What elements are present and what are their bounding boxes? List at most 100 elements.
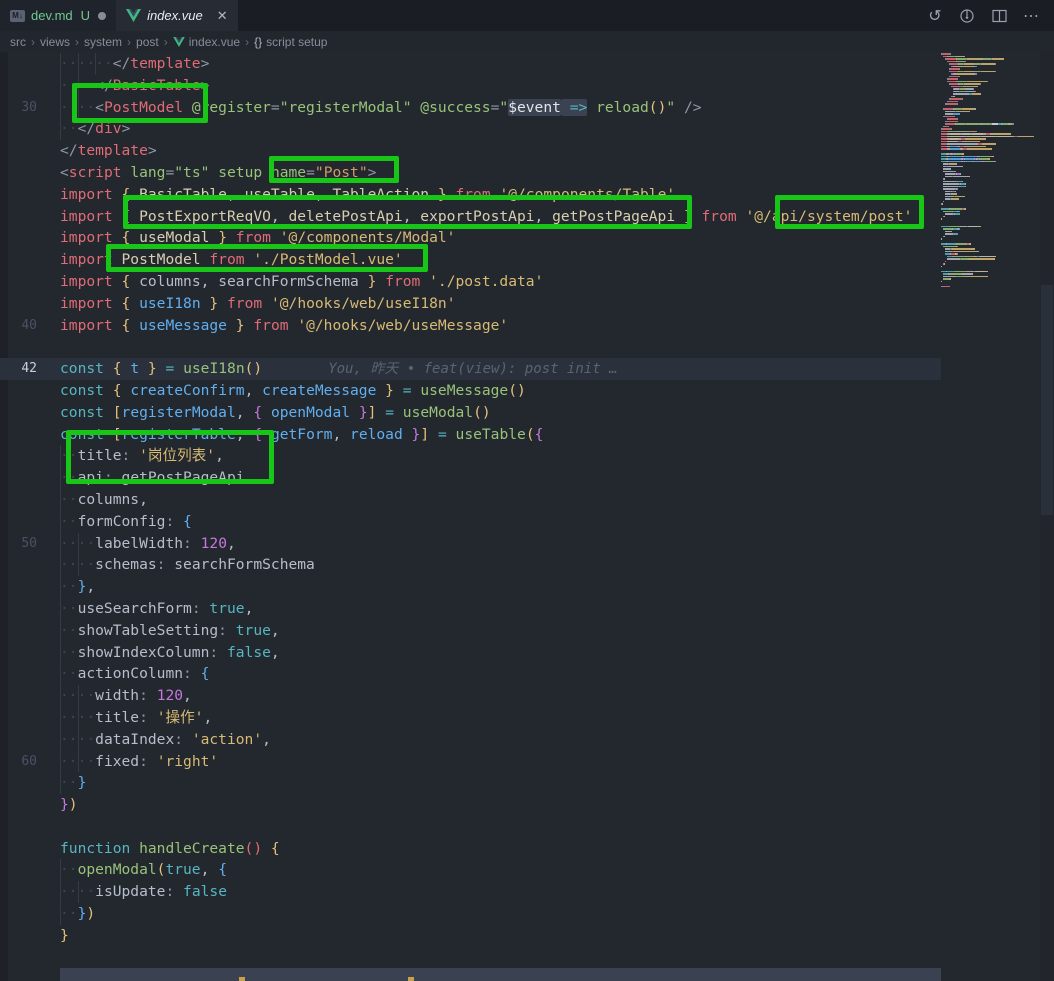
line-number [0, 271, 57, 293]
git-status-badge: U [81, 8, 90, 23]
breadcrumb-item-index-vue[interactable]: index.vue [173, 35, 240, 49]
line-number: 40 [0, 315, 57, 337]
tab-label: dev.md [31, 8, 73, 23]
code-line[interactable]: ··formConfig: { [0, 511, 941, 533]
code-line[interactable]: import { PostExportReqVO, deletePostApi,… [0, 206, 941, 228]
code-line[interactable] [0, 816, 941, 838]
minimap[interactable] [941, 53, 1040, 981]
code-line[interactable]: ····dataIndex: 'action', [0, 729, 941, 751]
tab-dev-md[interactable]: M↓ dev.md U [0, 0, 116, 31]
code-line[interactable]: import { useModal } from '@/components/M… [0, 227, 941, 249]
line-number: 42 [0, 358, 57, 380]
code-line[interactable]: ··</div> [0, 118, 941, 140]
code-line[interactable]: </template> [0, 140, 941, 162]
code-line[interactable]: const [registerTable, { getForm, reload … [0, 424, 941, 446]
code-line[interactable]: function handleCreate() { [0, 838, 941, 860]
code-line[interactable]: 30····<PostModel @register="registerModa… [0, 97, 941, 119]
code-line[interactable]: import { useI18n } from '@/hooks/web/use… [0, 293, 941, 315]
breadcrumb-item-post[interactable]: post [136, 35, 159, 49]
code-line[interactable]: ··actionColumn: { [0, 663, 941, 685]
code-line[interactable]: ··showTableSetting: true, [0, 620, 941, 642]
line-number [0, 467, 57, 489]
code-line[interactable]: ····schemas: searchFormSchema [0, 554, 941, 576]
code-line[interactable]: const [registerModal, { openModal }] = u… [0, 402, 941, 424]
line-number [0, 620, 57, 642]
code-line[interactable]: import { columns, searchFormSchema } fro… [0, 271, 941, 293]
tab-label: index.vue [147, 8, 203, 23]
code-line[interactable]: ··useSearchForm: true, [0, 598, 941, 620]
line-number [0, 249, 57, 271]
line-number [0, 227, 57, 249]
line-number [0, 75, 57, 97]
scrollbar-track[interactable] [1040, 52, 1054, 981]
line-number [0, 489, 57, 511]
line-number [0, 859, 57, 881]
breadcrumb: src›views›system›post›index.vue›{}script… [0, 31, 1054, 52]
code-line[interactable]: }) [0, 794, 941, 816]
breadcrumb-item-script-setup[interactable]: {}script setup [254, 35, 327, 49]
line-number [0, 663, 57, 685]
editor-actions: ↺ ⋯ [926, 0, 1054, 31]
line-number [0, 293, 57, 315]
line-number [0, 380, 57, 402]
git-blame-annotation: You, 昨天 • feat(view): post init … [328, 361, 617, 377]
code-area[interactable]: ······</template>····</BasicTable>30····… [0, 53, 941, 968]
vscode-editor-window: M↓ dev.md U index.vue ✕ ↺ ⋯ src › views › sy… [0, 0, 1054, 981]
code-line[interactable]: ··}, [0, 576, 941, 598]
scrollbar-thumb[interactable] [1041, 285, 1053, 515]
code-line[interactable]: ······</template> [0, 53, 941, 75]
code-line[interactable]: ····</BasicTable> [0, 75, 941, 97]
breadcrumb-separator-icon: › [75, 35, 79, 49]
breadcrumb-separator-icon: › [164, 35, 168, 49]
code-line[interactable]: ··columns, [0, 489, 941, 511]
symbol-namespace-icon: {} [254, 35, 262, 49]
line-number [0, 424, 57, 446]
line-number [0, 402, 57, 424]
line-number [0, 445, 57, 467]
breadcrumb-separator-icon: › [127, 35, 131, 49]
more-actions-icon[interactable]: ⋯ [1022, 7, 1040, 25]
code-line[interactable]: } [0, 925, 941, 947]
line-number: 30 [0, 97, 57, 119]
line-number: 60 [0, 751, 57, 773]
code-line[interactable]: ··title: '岗位列表', [0, 445, 941, 467]
line-number [0, 206, 57, 228]
modified-dot-icon[interactable] [98, 12, 106, 20]
line-number [0, 336, 57, 358]
code-line[interactable]: import { BasicTable, useTable, TableActi… [0, 184, 941, 206]
breadcrumb-item-src[interactable]: src [10, 35, 26, 49]
code-line[interactable]: 60····fixed: 'right' [0, 751, 941, 773]
code-line[interactable]: ····isUpdate: false [0, 881, 941, 903]
code-line[interactable]: ····title: '操作', [0, 707, 941, 729]
code-line[interactable]: ··}) [0, 903, 941, 925]
line-number [0, 554, 57, 576]
line-number [0, 511, 57, 533]
clipped-text-fragment [239, 977, 245, 981]
tab-index-vue[interactable]: index.vue ✕ [116, 0, 238, 31]
code-line[interactable]: <script lang="ts" setup name="Post"> [0, 162, 941, 184]
code-line[interactable]: 50····labelWidth: 120, [0, 533, 941, 555]
code-line[interactable]: const { createConfirm, createMessage } =… [0, 380, 941, 402]
tab-bar: M↓ dev.md U index.vue ✕ ↺ ⋯ [0, 0, 1054, 31]
code-line[interactable]: ····width: 120, [0, 685, 941, 707]
code-line[interactable]: import PostModel from './PostModel.vue' [0, 249, 941, 271]
code-line[interactable] [0, 947, 941, 969]
line-number: 50 [0, 533, 57, 555]
code-line[interactable] [0, 336, 941, 358]
line-number [0, 576, 57, 598]
open-changes-icon[interactable] [958, 7, 976, 25]
line-number [0, 947, 57, 969]
split-editor-icon[interactable] [990, 7, 1008, 25]
code-line[interactable]: ··api: getPostPageApi, [0, 467, 941, 489]
breadcrumb-separator-icon: › [245, 35, 249, 49]
code-line[interactable]: 40import { useMessage } from '@/hooks/we… [0, 315, 941, 337]
code-line[interactable]: ··} [0, 772, 941, 794]
line-number [0, 642, 57, 664]
code-line[interactable]: ··showIndexColumn: false, [0, 642, 941, 664]
breadcrumb-item-system[interactable]: system [84, 35, 122, 49]
code-line[interactable]: ··openModal(true, { [0, 859, 941, 881]
close-icon[interactable]: ✕ [217, 8, 228, 24]
code-line[interactable]: 42const { t } = useI18n()You, 昨天 • feat(… [0, 358, 941, 380]
breadcrumb-item-views[interactable]: views [40, 35, 70, 49]
timeline-history-icon[interactable]: ↺ [926, 7, 944, 25]
